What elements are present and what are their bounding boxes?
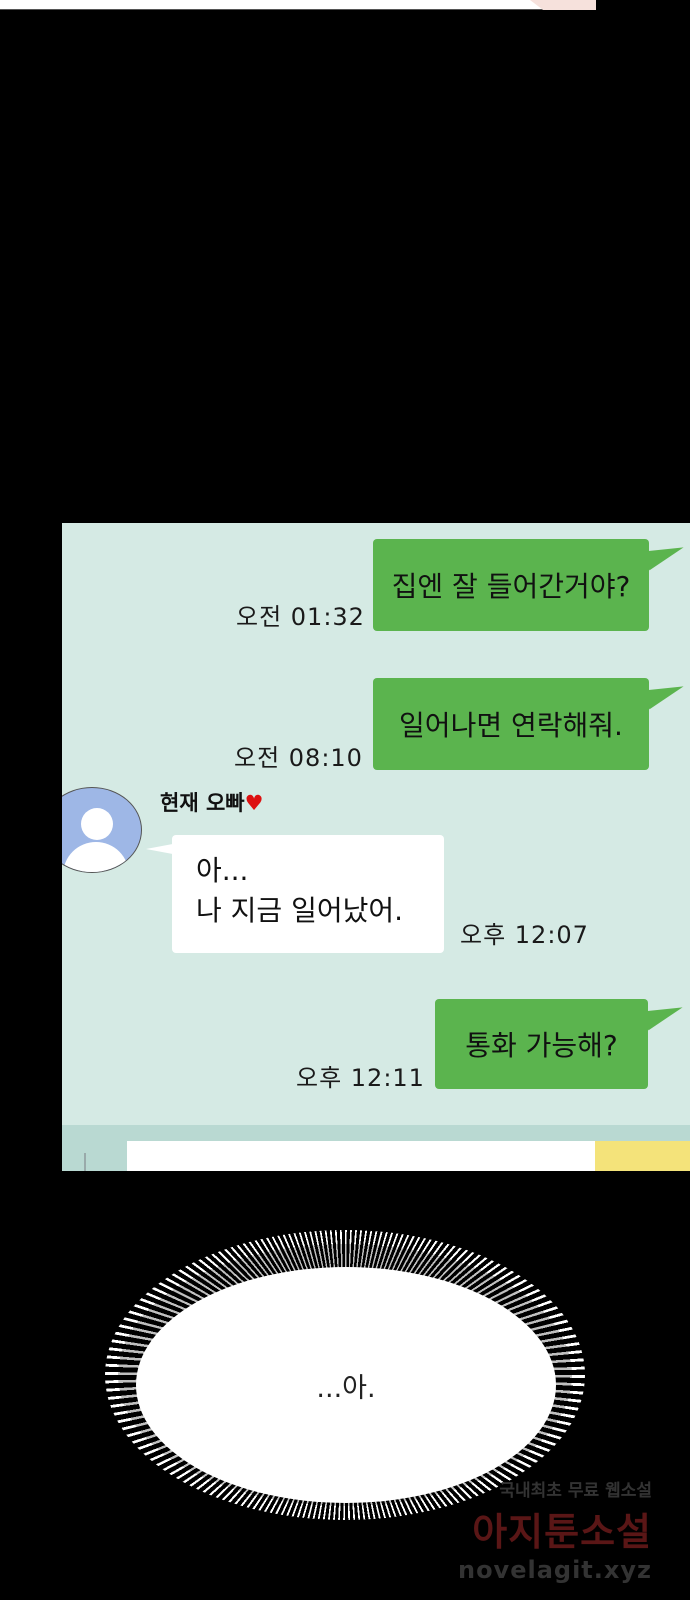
heart-icon: ♥ (244, 791, 264, 815)
attach-icon[interactable] (84, 1153, 86, 1171)
watermark: 국내최초 무료 웹소설 아지툰소설 novelagit.xyz (458, 1476, 652, 1584)
balloon-text: ...아. (316, 1372, 376, 1404)
message-time: 오후 12:07 (460, 921, 589, 949)
outgoing-message: 집엔 잘 들어간거야? (373, 539, 649, 631)
watermark-brand: 아지툰소설 (472, 1510, 652, 1554)
watermark-tagline: 국내최초 무료 웹소설 (499, 1481, 652, 1501)
message-input-bar (62, 1125, 690, 1171)
bubble-tail (642, 676, 688, 710)
default-profile-icon (81, 808, 113, 840)
contact-avatar[interactable] (62, 787, 142, 873)
sender-name: 현재 오빠♥ (160, 787, 263, 817)
message-line: 나 지금 일어났어. (196, 894, 404, 927)
chat-screen: 집엔 잘 들어간거야? 오전 01:32 일어나면 연락해줘. 오전 08:10… (62, 523, 690, 1171)
previous-panel-edge (0, 0, 595, 10)
message-time: 오후 12:11 (296, 1064, 425, 1092)
speech-balloon: ...아. (136, 1267, 556, 1503)
sender-name-text: 현재 오빠 (160, 791, 245, 815)
bubble-tail (641, 997, 687, 1031)
send-button[interactable] (595, 1141, 690, 1171)
watermark-url: novelagit.xyz (457, 1556, 652, 1584)
message-input[interactable] (127, 1141, 629, 1171)
default-profile-icon-body (63, 842, 129, 872)
message-line: 아... (196, 854, 249, 887)
incoming-message: 아... 나 지금 일어났어. (172, 835, 444, 953)
message-text: 일어나면 연락해줘. (399, 709, 623, 742)
message-time: 오전 01:32 (236, 603, 365, 631)
message-text: 통화 가능해? (465, 1029, 618, 1062)
bubble-tail (642, 537, 688, 571)
outgoing-message: 일어나면 연락해줘. (373, 678, 649, 770)
outgoing-message: 통화 가능해? (435, 999, 648, 1089)
message-text: 집엔 잘 들어간거야? (391, 570, 631, 603)
message-time: 오전 08:10 (234, 744, 363, 772)
